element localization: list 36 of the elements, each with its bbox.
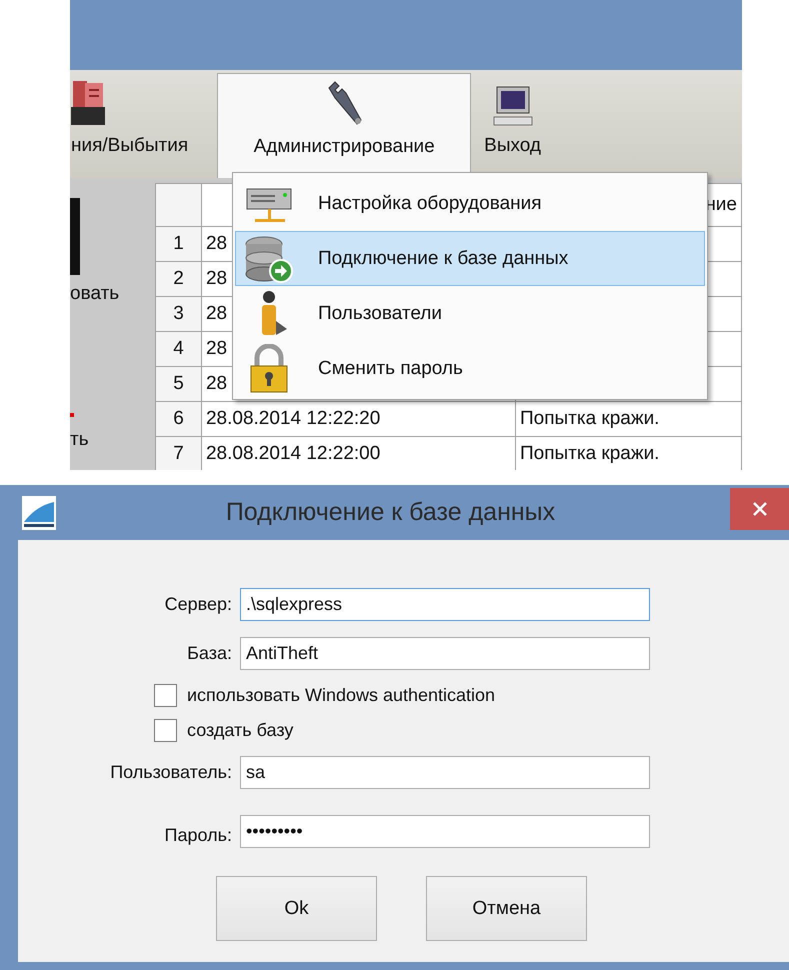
tile-icon (70, 198, 80, 275)
row-number: 5 (156, 366, 202, 402)
toolbar-tab[interactable]: ния/Выбытия (70, 73, 202, 178)
checkbox-label: создать базу (187, 720, 294, 741)
side-label: овать (70, 283, 120, 305)
row-number: 7 (156, 436, 202, 470)
row-number: 4 (156, 332, 202, 366)
row-number: 1 (156, 226, 202, 262)
computer-icon (492, 85, 534, 127)
field-label: Пароль: (164, 825, 232, 846)
ok-button[interactable]: Ok (216, 876, 377, 941)
checkbox-label: использовать Windows authentication (187, 685, 496, 706)
books-icon (70, 79, 107, 127)
close-button[interactable] (730, 488, 789, 530)
field-label: База: (186, 643, 232, 664)
table-cell: 28.08.2014 12:22:20 (201, 402, 516, 436)
menu-item[interactable]: Подключение к базе данных (235, 231, 705, 286)
row-number: 3 (156, 296, 202, 332)
side-label: ть (70, 429, 90, 451)
row-number: 2 (156, 262, 202, 296)
database-icon (244, 234, 294, 284)
checkbox[interactable] (154, 684, 177, 707)
checkbox[interactable] (154, 719, 177, 742)
input-field[interactable]: .\sqlexpress (240, 588, 650, 621)
input-field[interactable]: ••••••••• (240, 815, 650, 848)
toolbar-tab[interactable]: Администрирование (217, 73, 472, 178)
field-label: Сервер: (164, 594, 232, 615)
row-number: 6 (156, 402, 202, 436)
cancel-button[interactable]: Отмена (426, 876, 587, 941)
field-label: Пользователь: (109, 762, 232, 783)
table-cell: Попытка кражи. (515, 402, 742, 436)
input-field[interactable]: AntiTheft (240, 637, 650, 670)
app-icon (22, 496, 56, 530)
close-icon (752, 501, 768, 517)
input-field[interactable]: sa (240, 756, 650, 789)
window-title: Подключение к базе данных (224, 498, 556, 527)
